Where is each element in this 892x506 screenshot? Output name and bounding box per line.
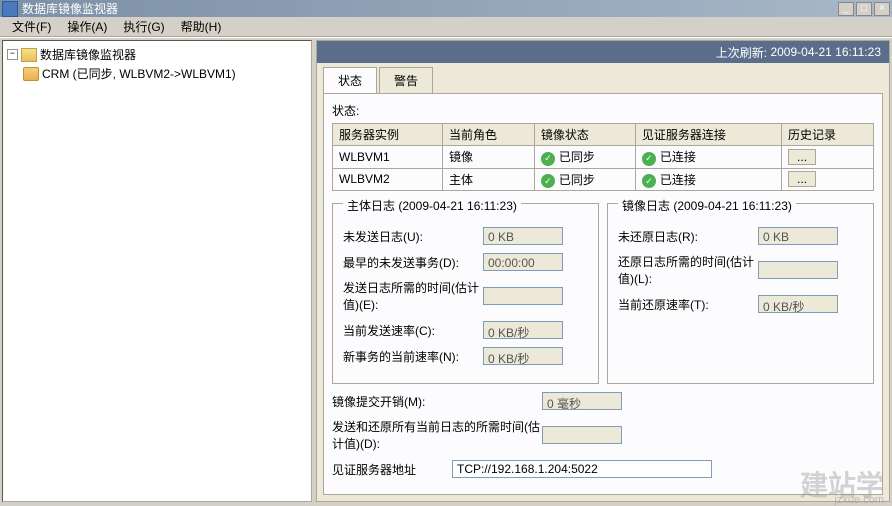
commit-value: 0 毫秒 [542,392,622,410]
menu-file[interactable]: 文件(F) [4,16,59,37]
mirror-log-fieldset: 镜像日志 (2009-04-21 16:11:23) 未还原日志(R): 0 K… [607,203,874,384]
restorerate-label: 当前还原速率(T): [618,296,758,313]
sendall-label: 发送和还原所有当前日志的所需时间(估计值)(D): [332,418,542,452]
col-role: 当前角色 [443,124,535,146]
check-icon: ✓ [541,174,555,188]
cell-server: WLBVM1 [333,146,443,169]
menu-help[interactable]: 帮助(H) [173,16,230,37]
minimize-button[interactable]: _ [838,2,854,16]
check-icon: ✓ [541,152,555,166]
sendrate-value: 0 KB/秒 [483,321,563,339]
col-server: 服务器实例 [333,124,443,146]
oldest-label: 最早的未发送事务(D): [343,254,483,271]
sendall-value [542,426,622,444]
tab-status[interactable]: 状态 [323,67,377,93]
tree-child[interactable]: CRM (已同步, WLBVM2->WLBVM1) [23,64,307,83]
unsent-value: 0 KB [483,227,563,245]
col-history: 历史记录 [782,124,874,146]
cell-role: 主体 [443,168,535,191]
oldest-value: 00:00:00 [483,253,563,271]
status-label: 状态: [332,102,874,119]
col-witness: 见证服务器连接 [635,124,781,146]
menubar: 文件(F) 操作(A) 执行(G) 帮助(H) [0,17,892,37]
menu-go[interactable]: 执行(G) [115,16,172,37]
cell-state: 已同步 [559,150,595,164]
cell-witness: 已连接 [660,150,696,164]
unsent-label: 未发送日志(U): [343,228,483,245]
principal-log-title: 主体日志 (2009-04-21 16:11:23) [343,197,521,214]
tab-strip: 状态 警告 [317,63,889,93]
col-mirror-state: 镜像状态 [534,124,635,146]
sendtime-value [483,287,563,305]
maximize-button[interactable]: □ [856,2,872,16]
app-icon [2,1,18,17]
refresh-time: 2009-04-21 16:11:23 [770,45,881,59]
unrestored-value: 0 KB [758,227,838,245]
witness-label: 见证服务器地址 [332,461,452,478]
menu-action[interactable]: 操作(A) [59,16,115,37]
cell-witness: 已连接 [660,173,696,187]
history-button[interactable]: ... [788,149,816,165]
mirror-log-title: 镜像日志 (2009-04-21 16:11:23) [618,197,796,214]
history-button[interactable]: ... [788,171,816,187]
tranrate-value: 0 KB/秒 [483,347,563,365]
witness-input[interactable] [452,460,712,478]
tree-child-label: CRM (已同步, WLBVM2->WLBVM1) [42,65,236,82]
commit-label: 镜像提交开销(M): [332,393,542,410]
cell-state: 已同步 [559,173,595,187]
tab-warning[interactable]: 警告 [379,67,433,93]
close-button[interactable]: × [874,2,890,16]
restoretime-label: 还原日志所需的时间(估计值)(L): [618,253,758,287]
tree-toggle-icon[interactable]: − [7,49,18,60]
sendrate-label: 当前发送速率(C): [343,322,483,339]
database-icon [23,67,39,81]
principal-log-fieldset: 主体日志 (2009-04-21 16:11:23) 未发送日志(U): 0 K… [332,203,599,384]
sendtime-label: 发送日志所需的时间(估计值)(E): [343,279,483,313]
folder-icon [21,48,37,62]
status-table: 服务器实例 当前角色 镜像状态 见证服务器连接 历史记录 WLBVM1 镜像 ✓… [332,123,874,191]
cell-server: WLBVM2 [333,168,443,191]
restorerate-value: 0 KB/秒 [758,295,838,313]
refresh-label: 上次刷新: [716,44,767,61]
tranrate-label: 新事务的当前速率(N): [343,348,483,365]
restoretime-value [758,261,838,279]
tree-root-label: 数据库镜像监视器 [40,46,136,63]
table-row: WLBVM1 镜像 ✓ 已同步 ✓ 已连接 ... [333,146,874,169]
header-bar: 上次刷新: 2009-04-21 16:11:23 [317,41,889,63]
unrestored-label: 未还原日志(R): [618,228,758,245]
tab-body: 状态: 服务器实例 当前角色 镜像状态 见证服务器连接 历史记录 WLBVM1 … [323,93,883,495]
tree-panel: − 数据库镜像监视器 CRM (已同步, WLBVM2->WLBVM1) [2,40,312,502]
check-icon: ✓ [642,174,656,188]
tree-root[interactable]: − 数据库镜像监视器 [7,45,307,64]
titlebar: 数据库镜像监视器 _ □ × [0,0,892,17]
check-icon: ✓ [642,152,656,166]
table-row: WLBVM2 主体 ✓ 已同步 ✓ 已连接 ... [333,168,874,191]
window-title: 数据库镜像监视器 [22,0,118,17]
cell-role: 镜像 [443,146,535,169]
